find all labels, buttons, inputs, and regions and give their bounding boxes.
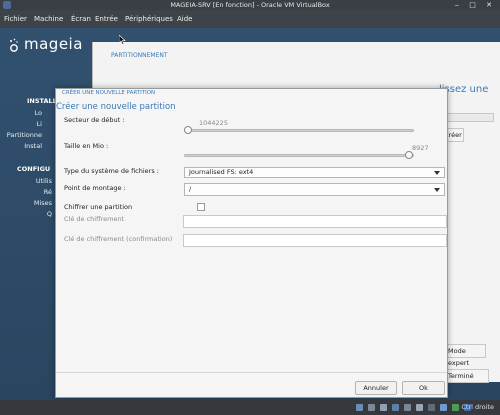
sidebar-item: Li — [36, 120, 42, 128]
cancel-button[interactable]: Annuler — [355, 381, 397, 395]
create-partition-dialog: CRÉER UNE NOUVELLE PARTITION Créer une n… — [55, 88, 448, 398]
sidebar-item: Q — [46, 210, 52, 218]
sidebar-section-configure: CONFIGU — [17, 165, 51, 173]
network-icon[interactable] — [392, 404, 399, 411]
sidebar-item: Utilis — [35, 177, 52, 185]
encryption-key-confirm-field[interactable] — [183, 234, 447, 247]
mageia-logo-icon — [10, 38, 18, 52]
menu-bar: Fichier Machine Écran Entrée Périphériqu… — [0, 10, 500, 28]
sidebar-item: Lo — [34, 109, 42, 117]
guest-screen: mageia INSTALL Lo Li Partitionne Instal … — [0, 28, 500, 400]
size-slider-track[interactable] — [184, 154, 414, 157]
menu-fichier[interactable]: Fichier — [4, 15, 27, 23]
fs-type-label: Type du système de fichiers : — [64, 167, 159, 175]
sidebar-item: Ré — [43, 188, 52, 196]
start-sector-slider-handle[interactable] — [184, 126, 192, 134]
window-controls[interactable]: ‒ □ ✕ — [455, 0, 496, 10]
sidebar-item: Mises — [33, 199, 52, 207]
host-key-label: Ctrl droite — [461, 403, 494, 411]
mouse-cursor-icon — [119, 35, 126, 45]
optical-drive-icon[interactable] — [368, 404, 375, 411]
shared-folder-icon[interactable] — [416, 404, 423, 411]
encryption-key-confirm-label: Clé de chiffrement (confirmation) — [64, 235, 173, 243]
size-slider-handle[interactable] — [405, 151, 414, 159]
menu-peripheriques[interactable]: Périphériques — [125, 15, 173, 23]
start-sector-value: 1044225 — [199, 119, 228, 127]
start-sector-slider-track[interactable] — [184, 129, 414, 132]
encryption-key-label: Clé de chiffrement — [64, 215, 125, 223]
host-status-bar: Ctrl droite — [0, 400, 500, 415]
usb-icon[interactable] — [404, 404, 411, 411]
dialog-separator — [56, 372, 447, 373]
encrypt-checkbox[interactable] — [197, 203, 205, 211]
size-label: Taille en Mio : — [64, 142, 109, 150]
dialog-header: CRÉER UNE NOUVELLE PARTITION — [62, 90, 156, 96]
partitioning-section-title: PARTITIONNEMENT — [111, 52, 168, 59]
fs-type-select[interactable]: Journalised FS: ext4 — [184, 167, 445, 178]
display-icon[interactable] — [428, 404, 435, 411]
sidebar-item: Instal — [24, 142, 42, 150]
encryption-key-field[interactable] — [183, 215, 447, 228]
sidebar-section-install: INSTALL — [27, 97, 57, 105]
encrypt-label: Chiffrer une partition — [64, 203, 133, 211]
cpu-activity-icon[interactable] — [452, 404, 459, 411]
size-value: 8927 — [412, 144, 429, 152]
chevron-down-icon — [434, 188, 440, 192]
menu-aide[interactable]: Aide — [177, 15, 192, 23]
mount-point-combo[interactable]: / — [184, 183, 445, 196]
menu-ecran[interactable]: Écran — [71, 15, 91, 23]
recording-icon[interactable] — [440, 404, 447, 411]
sidebar-item-partitioning: Partitionne — [6, 131, 42, 139]
chevron-down-icon — [434, 171, 440, 175]
start-sector-label: Secteur de début : — [64, 116, 125, 124]
fs-type-value: Journalised FS: ext4 — [189, 168, 254, 176]
ok-button[interactable]: Ok — [402, 381, 445, 395]
menu-entree[interactable]: Entrée — [95, 15, 118, 23]
mount-point-value: / — [189, 185, 192, 193]
mount-point-label: Point de montage : — [64, 184, 126, 192]
audio-icon[interactable] — [380, 404, 387, 411]
dialog-title: Créer une nouvelle partition — [56, 102, 176, 112]
mageia-logo-text: mageia — [24, 35, 83, 53]
hard-disk-icon[interactable] — [356, 404, 363, 411]
window-titlebar: MAGEIA-SRV [En fonction] - Oracle VM Vir… — [0, 0, 500, 10]
window-title: MAGEIA-SRV [En fonction] - Oracle VM Vir… — [170, 1, 330, 9]
menu-machine[interactable]: Machine — [34, 15, 63, 23]
